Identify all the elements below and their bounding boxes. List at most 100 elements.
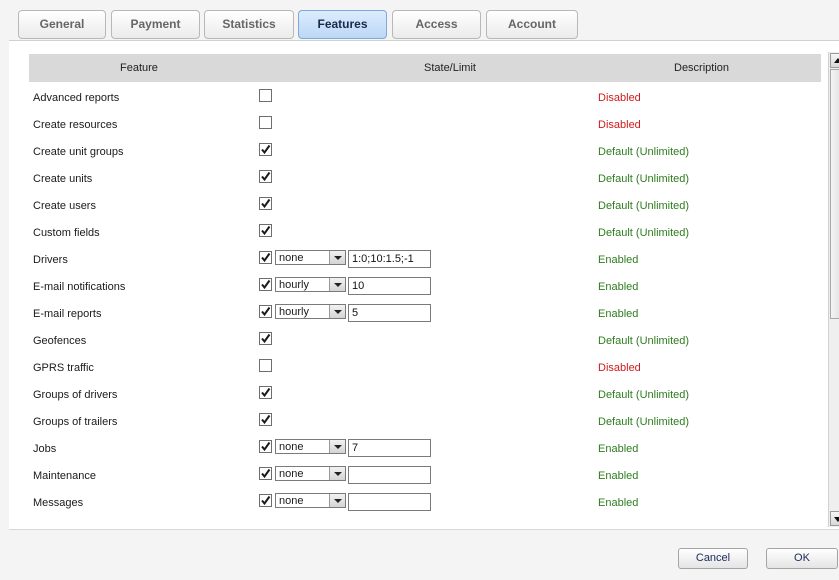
table-row: GPRS traffic Disabled (29, 354, 821, 381)
feature-status: Enabled (598, 470, 639, 482)
feature-status: Default (Unlimited) (598, 335, 690, 347)
vertical-scrollbar[interactable] (828, 52, 839, 527)
table-row: Groups of drivers Default (Unlimited) (29, 381, 821, 408)
dropdown-arrow-icon (329, 251, 345, 264)
feature-checkbox[interactable] (259, 467, 272, 480)
table-row: Groups of trailers Default (Unlimited) (29, 408, 821, 435)
tab-general[interactable]: General (18, 10, 106, 39)
table-row: E-mail reports hourly Enabled (29, 300, 821, 327)
table-row: Maintenance none Enabled (29, 462, 821, 489)
checkmark-icon (261, 225, 271, 236)
feature-status: Enabled (598, 281, 639, 293)
feature-status: Enabled (598, 308, 639, 320)
checkmark-icon (261, 252, 271, 263)
period-select[interactable]: none (275, 439, 346, 454)
period-select[interactable]: none (275, 493, 346, 508)
table-row: Create users Default (Unlimited) (29, 192, 821, 219)
limit-input[interactable] (348, 493, 431, 511)
feature-checkbox[interactable] (259, 224, 272, 237)
feature-checkbox[interactable] (259, 170, 272, 183)
feature-checkbox[interactable] (259, 278, 272, 291)
checkmark-icon (261, 306, 271, 317)
period-select-value: none (279, 468, 304, 480)
feature-status: Disabled (598, 92, 641, 104)
feature-status: Default (Unlimited) (598, 200, 690, 212)
feature-status: Default (Unlimited) (598, 146, 690, 158)
tab-features[interactable]: Features (298, 10, 387, 39)
period-select[interactable]: none (275, 466, 346, 481)
feature-name: Geofences (33, 335, 87, 347)
column-header-state-limit: State/Limit (424, 62, 476, 74)
limit-input[interactable] (348, 439, 431, 457)
checkmark-icon (261, 171, 271, 182)
table-row: Create unit groups Default (Unlimited) (29, 138, 821, 165)
feature-name: Drivers (33, 254, 68, 266)
feature-name: Create unit groups (33, 146, 124, 158)
table-row: Custom fields Default (Unlimited) (29, 219, 821, 246)
period-select[interactable]: none (275, 250, 346, 265)
tab-account[interactable]: Account (486, 10, 578, 39)
tab-payment[interactable]: Payment (111, 10, 200, 39)
dropdown-arrow-icon (329, 467, 345, 480)
feature-status: Enabled (598, 443, 639, 455)
feature-status: Default (Unlimited) (598, 389, 690, 401)
feature-checkbox[interactable] (259, 359, 272, 372)
feature-checkbox[interactable] (259, 494, 272, 507)
table-row: Geofences Default (Unlimited) (29, 327, 821, 354)
feature-checkbox[interactable] (259, 116, 272, 129)
feature-name: Advanced reports (33, 92, 120, 104)
period-select[interactable]: hourly (275, 304, 346, 319)
feature-name: Create units (33, 173, 93, 185)
table-row: Drivers none Enabled (29, 246, 821, 273)
column-header-description: Description (674, 62, 730, 74)
checkmark-icon (261, 387, 271, 398)
feature-checkbox[interactable] (259, 386, 272, 399)
scroll-up-arrow-icon[interactable] (830, 53, 839, 68)
ok-button[interactable]: OK (766, 548, 838, 569)
feature-name: Custom fields (33, 227, 100, 239)
table-row: E-mail notifications hourly Enabled (29, 273, 821, 300)
table-row: Messages none Enabled (29, 489, 821, 516)
checkmark-icon (261, 441, 271, 452)
table-header: Feature State/Limit Description (29, 54, 821, 82)
feature-name: Groups of drivers (33, 389, 118, 401)
feature-name: Create users (33, 200, 96, 212)
limit-input[interactable] (348, 277, 431, 295)
limit-input[interactable] (348, 250, 431, 268)
scroll-down-arrow-icon[interactable] (830, 511, 839, 526)
table-row: Advanced reports Disabled (29, 84, 821, 111)
checkmark-icon (261, 333, 271, 344)
feature-status: Disabled (598, 119, 641, 131)
period-select-value: none (279, 495, 304, 507)
limit-input[interactable] (348, 304, 431, 322)
feature-name: Groups of trailers (33, 416, 118, 428)
table-row: Jobs none Enabled (29, 435, 821, 462)
table-row: Create units Default (Unlimited) (29, 165, 821, 192)
feature-checkbox[interactable] (259, 89, 272, 102)
scrollbar-thumb[interactable] (830, 69, 839, 319)
period-select[interactable]: hourly (275, 277, 346, 292)
checkmark-icon (261, 144, 271, 155)
feature-checkbox[interactable] (259, 305, 272, 318)
checkmark-icon (261, 468, 271, 479)
feature-checkbox[interactable] (259, 413, 272, 426)
cancel-button[interactable]: Cancel (678, 548, 748, 569)
table-row: Create resources Disabled (29, 111, 821, 138)
feature-checkbox[interactable] (259, 197, 272, 210)
checkmark-icon (261, 495, 271, 506)
feature-checkbox[interactable] (259, 251, 272, 264)
feature-checkbox[interactable] (259, 332, 272, 345)
dropdown-arrow-icon (329, 305, 345, 318)
column-header-feature: Feature (120, 62, 158, 74)
period-select-value: none (279, 252, 304, 264)
feature-checkbox[interactable] (259, 143, 272, 156)
tab-statistics[interactable]: Statistics (204, 10, 294, 39)
feature-name: Create resources (33, 119, 118, 131)
feature-name: E-mail reports (33, 308, 102, 320)
tab-access[interactable]: Access (392, 10, 481, 39)
period-select-value: hourly (279, 279, 309, 291)
period-select-value: none (279, 441, 304, 453)
checkmark-icon (261, 279, 271, 290)
feature-checkbox[interactable] (259, 440, 272, 453)
limit-input[interactable] (348, 466, 431, 484)
